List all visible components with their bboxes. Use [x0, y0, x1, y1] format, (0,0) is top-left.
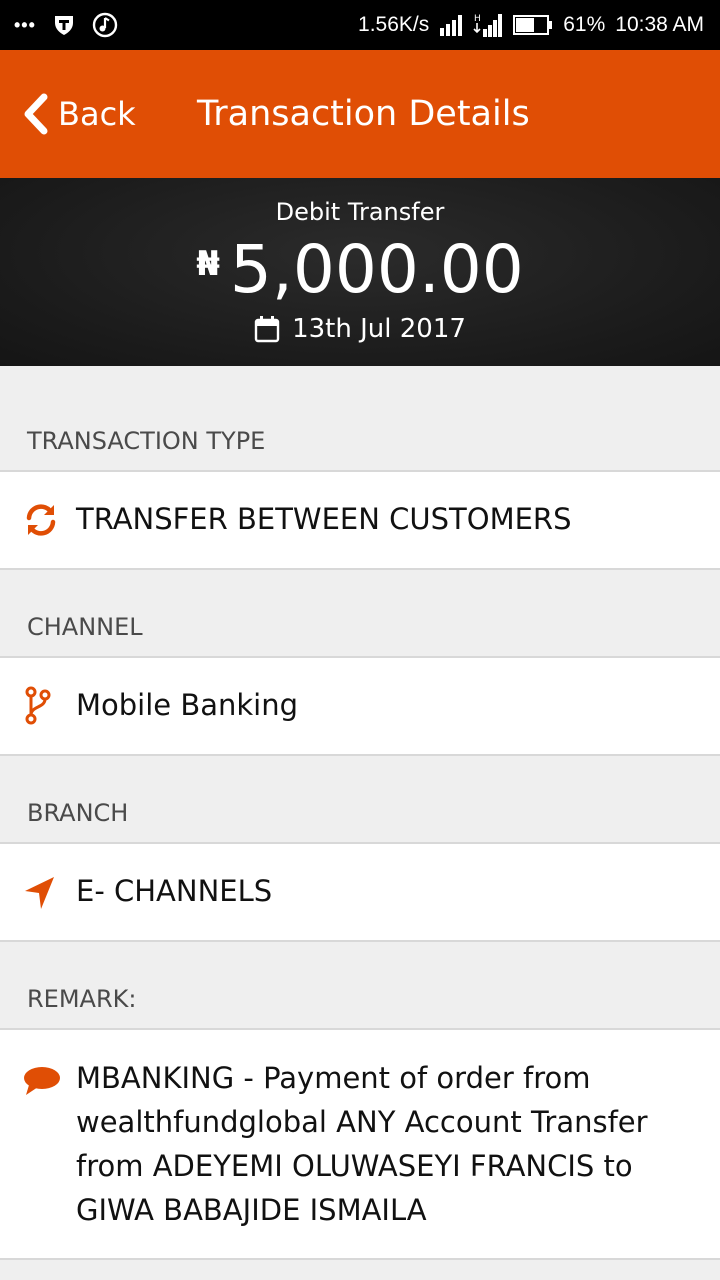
remark-line: GIWA BABAJIDE ISMAILA	[76, 1193, 427, 1227]
svg-text:H: H	[474, 14, 481, 24]
more-notifications-icon: •••	[14, 14, 36, 35]
remark-row: MBANKING - Payment of order from wealthf…	[0, 1028, 720, 1260]
channel-row: Mobile Banking	[0, 656, 720, 756]
amount-value: 5,000.00	[229, 231, 524, 308]
branch-fork-icon	[23, 686, 53, 726]
remark-line: MBANKING - Payment of order from	[76, 1061, 591, 1095]
shield-app-icon	[52, 13, 76, 37]
transaction-type-row: TRANSFER BETWEEN CUSTOMERS	[0, 470, 720, 570]
clock: 10:38 AM	[615, 13, 704, 36]
amount-display: ₦ 5,000.00	[0, 230, 720, 310]
branch-value: E- CHANNELS	[76, 874, 273, 908]
currency-symbol: ₦	[196, 244, 220, 284]
battery-icon	[513, 15, 553, 35]
channel-value: Mobile Banking	[76, 688, 299, 722]
transaction-type-label: TRANSACTION TYPE	[27, 427, 266, 455]
transaction-kind: Debit Transfer	[275, 198, 445, 226]
transaction-date: 13th Jul 2017	[0, 314, 720, 344]
chevron-left-icon	[20, 93, 50, 135]
transaction-summary: Debit Transfer ₦ 5,000.00 13th Jul 2017	[0, 178, 720, 366]
music-note-icon	[92, 12, 118, 38]
transaction-type-value: TRANSFER BETWEEN CUSTOMERS	[76, 502, 572, 536]
signal-icon	[439, 14, 463, 36]
back-button[interactable]: Back	[20, 50, 136, 178]
branch-row: E- CHANNELS	[0, 842, 720, 942]
remark-value: MBANKING - Payment of order from wealthf…	[76, 1056, 700, 1232]
calendar-icon	[254, 315, 280, 343]
channel-label: CHANNEL	[27, 613, 143, 641]
location-arrow-icon	[23, 875, 57, 911]
back-label: Back	[58, 95, 136, 133]
date-text: 13th Jul 2017	[292, 314, 466, 344]
remark-line: from ADEYEMI OLUWASEYI FRANCIS to	[76, 1149, 633, 1183]
branch-label: BRANCH	[27, 799, 129, 827]
mobile-data-signal-icon: H	[473, 12, 503, 38]
battery-percent: 61%	[563, 13, 606, 36]
comment-icon	[23, 1066, 61, 1098]
refresh-icon	[23, 502, 59, 538]
app-header: Back Transaction Details	[0, 50, 720, 178]
remark-label: REMARK:	[27, 985, 137, 1013]
remark-line: wealthfundglobal ANY Account Transfer	[76, 1105, 648, 1139]
network-speed: 1.56K/s	[358, 13, 430, 36]
page-title: Transaction Details	[197, 94, 530, 134]
